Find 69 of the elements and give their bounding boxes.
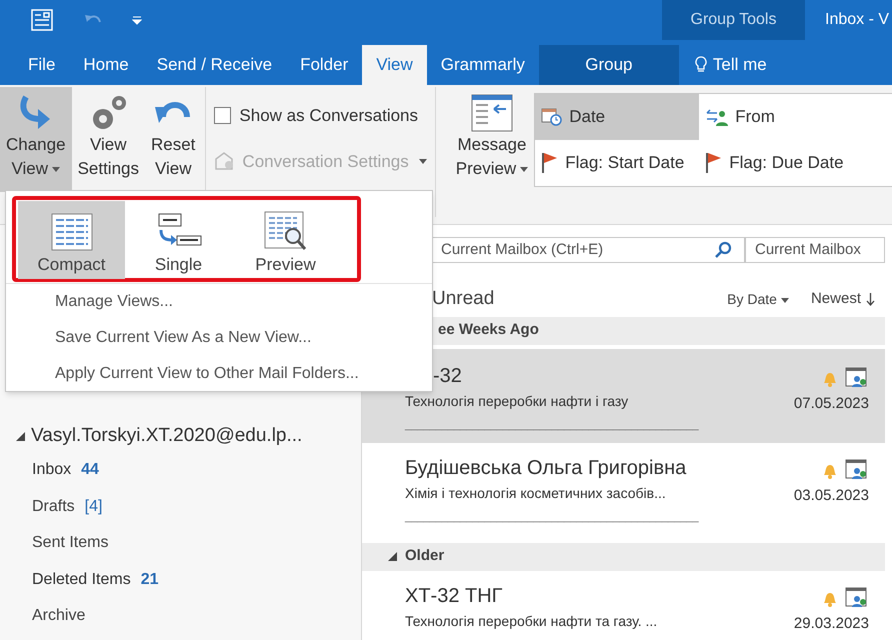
search-input[interactable]: Current Mailbox (Ctrl+E): [441, 238, 714, 262]
account-folder[interactable]: Vasyl.Torskyi.XT.2020@edu.lp...: [16, 420, 302, 452]
arrangement-option[interactable]: From: [699, 94, 880, 140]
view-option[interactable]: Compact: [18, 201, 125, 279]
view-menu-item[interactable]: Save Current View As a New View...: [6, 320, 312, 356]
sort-order-button[interactable]: Newest: [810, 288, 875, 310]
preview-pane-icon: [470, 93, 514, 133]
message-date: 29.03.2023: [794, 614, 869, 634]
caret-icon: [520, 167, 528, 172]
message-date: 03.05.2023: [794, 486, 869, 506]
customize-toolbar-icon[interactable]: [132, 15, 142, 25]
tell-me-button[interactable]: Tell me: [678, 45, 767, 85]
view-ribbon-button[interactable]: Change View: [0, 87, 72, 192]
folder-count: [4]: [84, 496, 102, 517]
ribbon-tab[interactable]: File: [14, 45, 70, 85]
show-as-conversations-checkbox[interactable]: Show as Conversations: [214, 103, 427, 128]
calendar-people-icon: [845, 586, 869, 608]
ribbon-tab[interactable]: Home: [69, 45, 143, 85]
view-option[interactable]: Preview: [232, 201, 339, 279]
unread-filter[interactable]: Unread: [432, 285, 494, 314]
ribbon-tab[interactable]: Group: [538, 45, 679, 85]
message-preview: ________________________________________________: [405, 418, 700, 432]
message-date: 07.05.2023: [794, 394, 869, 414]
view-ribbon-button[interactable]: Reset View: [145, 87, 202, 192]
message-sender: -32: [432, 364, 463, 388]
calendar-people-icon: [845, 366, 869, 388]
message-sender: Будішевська Ольга Григорівна: [405, 456, 688, 480]
down-arrow-icon: [866, 292, 875, 306]
message-sender: ХТ-32 ТНГ: [405, 584, 504, 608]
group-header[interactable]: Older: [362, 542, 885, 570]
folder-item[interactable]: Archive: [16, 598, 86, 634]
flag-icon: [541, 151, 560, 175]
document-magnifier-icon: [262, 210, 308, 252]
search-icon: [714, 241, 732, 259]
message-subject: Хімія і технологія косметичних засобів...: [405, 484, 667, 502]
arrangement-option[interactable]: Date: [535, 94, 700, 140]
message-item[interactable]: -32 Технологія переробки нафти і газу ________________________________________________ 07.05.2023: [362, 348, 885, 442]
folder-count: 44: [81, 460, 99, 480]
checkbox[interactable]: [214, 107, 232, 124]
ribbon-tab[interactable]: Grammarly: [426, 45, 539, 85]
message-preview-button[interactable]: Message Preview: [456, 93, 528, 193]
message-subject: Технологія переробки нафти та газу. ...: [405, 612, 658, 631]
sort-dropdown[interactable]: By Date: [727, 288, 789, 310]
view-option[interactable]: Single: [125, 201, 232, 279]
arrangement-option[interactable]: Flag: Start Date: [535, 140, 700, 186]
ribbon-tab[interactable]: View: [362, 45, 427, 85]
folder-item[interactable]: Drafts [4]: [16, 488, 102, 525]
window-title: Inbox - V: [824, 10, 890, 30]
flag-icon: [705, 151, 724, 175]
contextual-group-label: Group Tools: [690, 10, 776, 30]
message-subject: Технологія переробки нафти і газу: [405, 392, 630, 411]
caret-icon: [418, 158, 427, 164]
view-menu-item[interactable]: Manage Views...: [6, 284, 173, 320]
folder-item[interactable]: Deleted Items 21: [16, 562, 159, 598]
message-preview: ________________________________________________: [405, 510, 700, 524]
caret-icon: [780, 298, 789, 303]
search-scope-dropdown[interactable]: Current Mailbox: [745, 237, 885, 263]
compact-list-icon: [50, 212, 94, 252]
arrangement-option[interactable]: Flag: Due Date: [699, 140, 880, 186]
calendar-people-icon: [845, 458, 869, 480]
app-grid-icon: [30, 8, 54, 32]
calendar-clock-icon: [541, 107, 564, 127]
ribbon-tab[interactable]: Send / Receive: [142, 45, 286, 85]
view-menu-item[interactable]: Apply Current View to Other Mail Folders...: [6, 356, 359, 392]
folder-item[interactable]: Sent Items: [16, 525, 108, 562]
folder-count: 21: [140, 570, 159, 590]
folder-item[interactable]: Inbox 44: [16, 452, 99, 488]
ribbon-tab[interactable]: Folder: [286, 45, 362, 85]
lightbulb-icon: [694, 56, 707, 74]
